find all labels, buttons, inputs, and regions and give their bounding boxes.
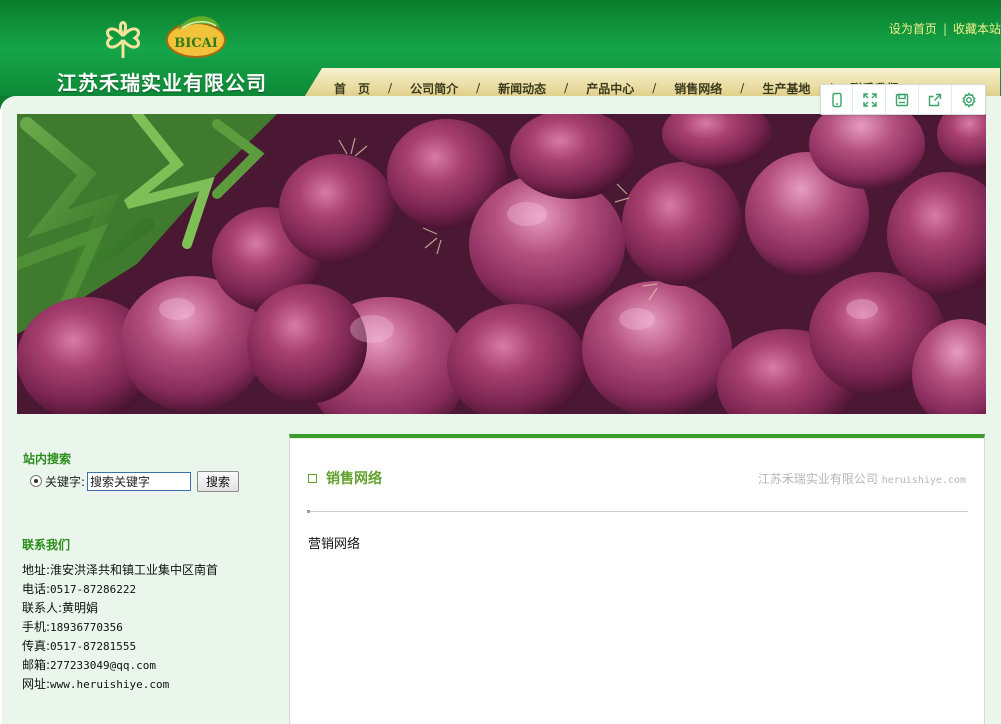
- set-homepage-link[interactable]: 设为首页: [889, 22, 937, 36]
- contact-person: 联系人:黄明娟: [22, 601, 99, 615]
- phone-icon[interactable]: [821, 85, 854, 114]
- search-input[interactable]: [87, 471, 192, 491]
- content-top-line: [290, 438, 984, 439]
- square-bullet-icon: [308, 473, 317, 483]
- nav-item-news[interactable]: 新闻动态: [498, 80, 546, 97]
- bookmark-site-link[interactable]: 收藏本站: [953, 22, 1001, 36]
- contact-fax: 传真:0517-87281555: [22, 639, 137, 653]
- save-icon[interactable]: [887, 85, 919, 114]
- site-watermark: 江苏禾瑞实业有限公司 heruishiye.com: [757, 472, 966, 486]
- fullscreen-icon[interactable]: [854, 85, 887, 114]
- nav-separator: /: [652, 81, 657, 95]
- site-search-heading: 站内搜索: [23, 452, 72, 466]
- clover-logo-icon: [106, 21, 140, 58]
- banner-image: [17, 114, 986, 414]
- nav-item-products[interactable]: 产品中心: [586, 80, 634, 97]
- nav-item-sales-network[interactable]: 销售网络: [674, 80, 722, 97]
- top-link-separator: |: [942, 22, 947, 36]
- main-nav: 首 页 / 公司简介 / 新闻动态 / 产品中心 / 销售网络 / 生产基地 /…: [334, 79, 898, 97]
- floating-toolbar: [820, 84, 986, 115]
- site-domain: heruishiye.com: [881, 475, 966, 486]
- nav-item-production-base[interactable]: 生产基地: [762, 80, 810, 97]
- svg-text:BICAI: BICAI: [174, 36, 218, 51]
- contact-email: 邮箱:277233049@qq.com: [22, 658, 157, 672]
- keyword-radio[interactable]: [30, 475, 42, 487]
- company-name: 江苏禾瑞实业有限公司: [57, 71, 267, 95]
- contact-phone: 电话:0517-87286222: [22, 582, 137, 596]
- search-button[interactable]: 搜索: [197, 470, 240, 492]
- content-body: 营销网络: [308, 537, 361, 552]
- nav-separator: /: [740, 81, 745, 95]
- settings-icon[interactable]: [953, 85, 985, 114]
- contact-address: 地址:淮安洪泽共和镇工业集中区南首: [22, 563, 219, 577]
- bicai-badge-logo: BICAI: [166, 16, 226, 58]
- section-title: 销售网络: [308, 468, 382, 488]
- search-row: 关键字: 搜索: [30, 470, 240, 492]
- contact-heading: 联系我们: [22, 538, 71, 552]
- nav-item-about[interactable]: 公司简介: [410, 80, 458, 97]
- nav-separator: /: [476, 81, 481, 95]
- search-label: 关键字:: [45, 474, 86, 489]
- main-content: 销售网络 江苏禾瑞实业有限公司 heruishiye.com 营销网络: [289, 434, 985, 724]
- contact-mobile: 手机:18936770356: [22, 620, 123, 634]
- top-links: 设为首页 | 收藏本站: [889, 20, 1001, 36]
- nav-separator: /: [564, 81, 569, 95]
- nav-item-home[interactable]: 首 页: [334, 80, 370, 97]
- share-icon[interactable]: [920, 85, 952, 114]
- contact-website: 网址:www.heruishiye.com: [22, 677, 170, 691]
- section-title-text: 销售网络: [326, 471, 382, 487]
- contact-list: 地址:淮安洪泽共和镇工业集中区南首 电话:0517-87286222 联系人:黄…: [22, 561, 218, 694]
- content-divider: [307, 510, 968, 513]
- nav-separator: /: [388, 81, 393, 95]
